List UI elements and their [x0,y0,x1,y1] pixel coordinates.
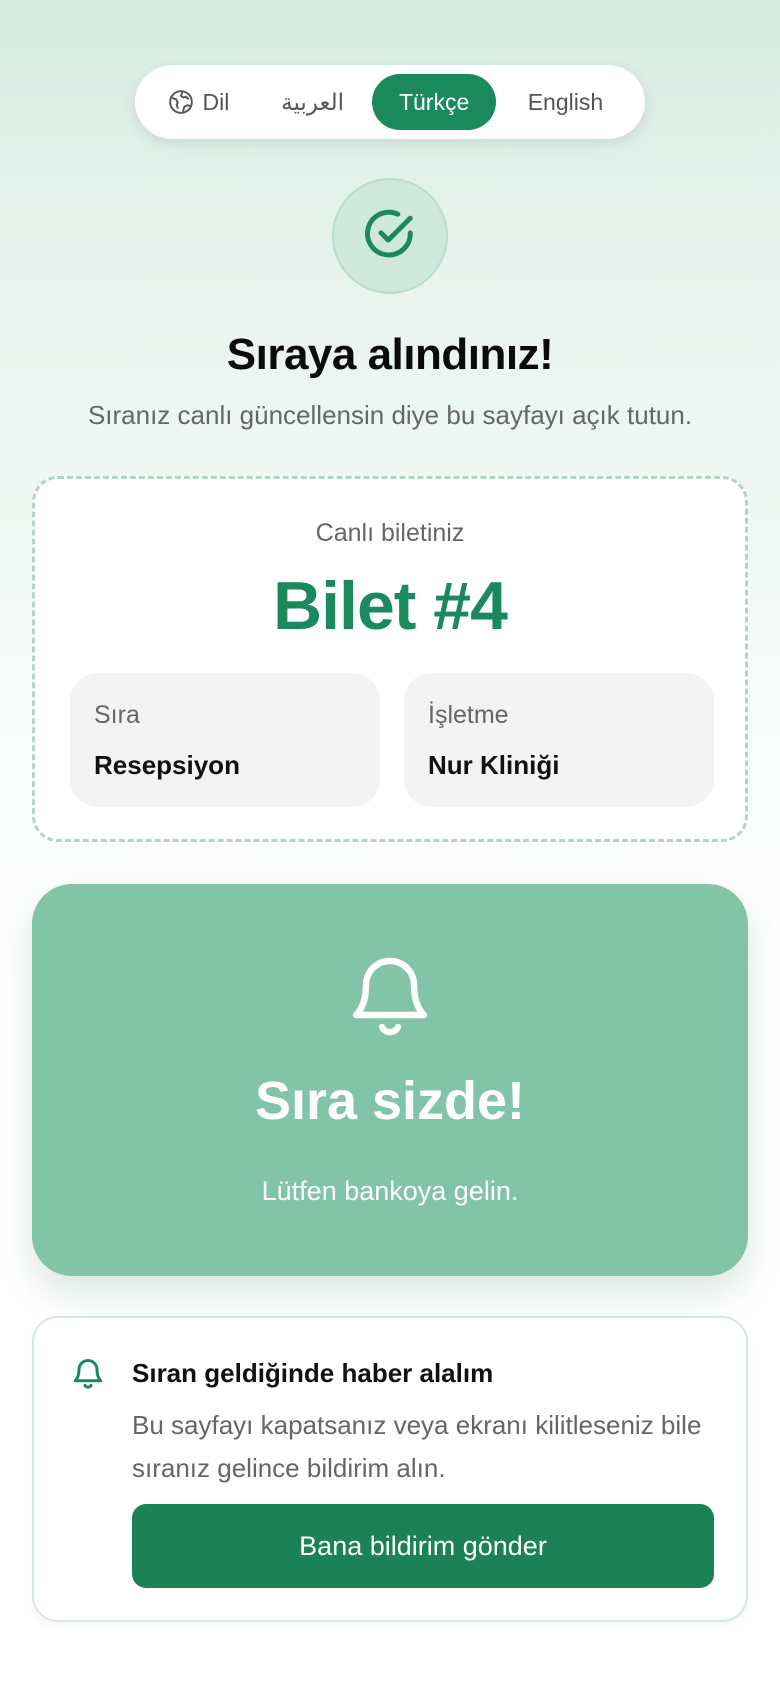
language-label-text: Dil [202,88,230,115]
language-label: Dil [145,74,253,130]
business-info: İşletme Nur Kliniği [404,673,714,807]
success-badge [332,178,448,294]
queue-label: Sıra [94,701,140,729]
ticket-card: Canlı biletiniz Bilet #4 Sıra Resepsiyon… [32,476,748,842]
ticket-caption: Canlı biletiniz [315,519,465,547]
check-circle-icon [363,207,417,266]
notification-description: Bu sayfayı kapatsanız veya ekranı kilitl… [132,1410,702,1483]
bell-icon [342,949,438,1050]
business-label: İşletme [428,701,509,729]
queue-info: Sıra Resepsiyon [70,673,380,807]
language-option-turkish[interactable]: Türkçe [372,74,496,130]
language-option-arabic[interactable]: العربية [253,74,373,130]
your-turn-panel: Sıra sizde! Lütfen bankoya gelin. [32,884,748,1276]
your-turn-title: Sıra sizde! [254,1071,526,1131]
business-value: Nur Kliniği [428,750,560,780]
queue-value: Resepsiyon [94,750,240,780]
language-switcher: Dil العربية Türkçe English [135,65,645,139]
globe-icon [168,89,194,115]
ticket-number: Bilet #4 [273,568,508,644]
language-option-english[interactable]: English [496,74,635,130]
page-title: Sıraya alındınız! [226,330,554,379]
notification-card: Sıran geldiğinde haber alalım Bu sayfayı… [32,1316,748,1622]
page-subtitle: Sıranız canlı güncellensin diye bu sayfa… [87,400,693,430]
bell-icon [70,1356,106,1397]
enable-notifications-button[interactable]: Bana bildirim gönder [132,1504,714,1588]
your-turn-message: Lütfen bankoya gelin. [261,1176,519,1206]
notification-title: Sıran geldiğinde haber alalım [132,1358,494,1388]
